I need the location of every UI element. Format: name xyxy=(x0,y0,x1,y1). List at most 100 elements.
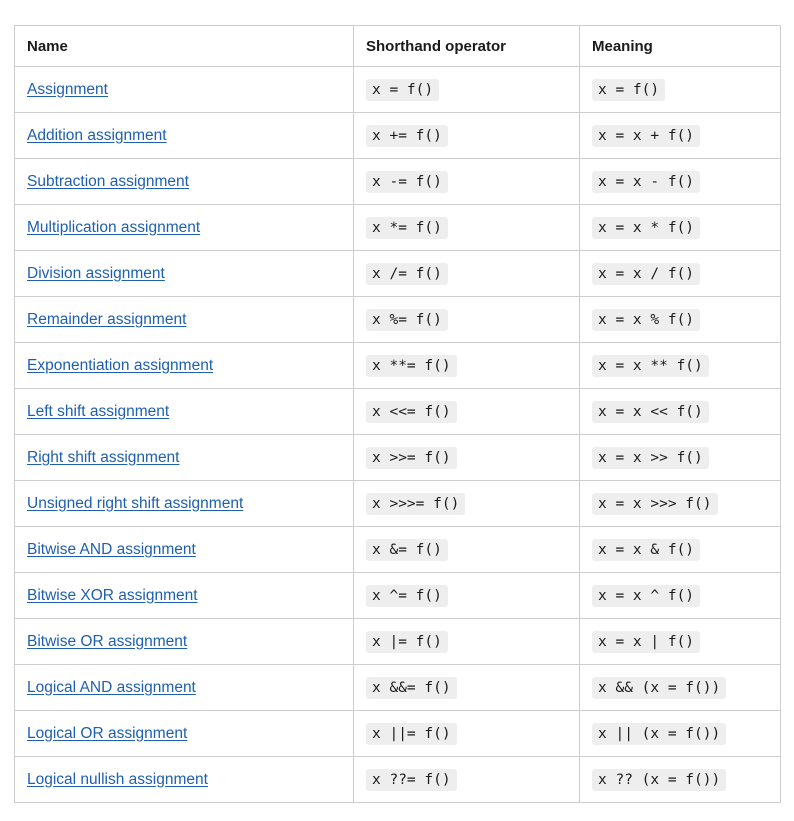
shorthand-operator-cell: x ??= f() xyxy=(353,756,580,803)
shorthand-operator-cell: x >>= f() xyxy=(353,434,580,481)
meaning-code: x = x >>> f() xyxy=(592,492,718,515)
table-row: Logical OR assignment x ||= f() x || (x = … xyxy=(14,710,781,757)
meaning-code: x = x + f() xyxy=(592,124,701,147)
shorthand-operator-code: x &&= f() xyxy=(366,676,457,699)
meaning-code: x = x ** f() xyxy=(592,354,709,377)
meaning-cell: x = x ^ f() xyxy=(579,572,781,619)
shorthand-operator-code: x >>>= f() xyxy=(366,492,466,515)
meaning-code: x = f() xyxy=(592,78,666,101)
operator-name-link[interactable]: Exponentiation assignment xyxy=(27,357,213,374)
meaning-cell: x = x >>> f() xyxy=(579,480,781,527)
meaning-cell: x = x - f() xyxy=(579,158,781,205)
table-row: Exponentiation assignment x **= f() x = x … xyxy=(14,342,781,389)
operator-name-cell: Exponentiation assignment xyxy=(14,342,354,389)
operator-name-cell: Bitwise XOR assignment xyxy=(14,572,354,619)
meaning-cell: x = x >> f() xyxy=(579,434,781,481)
operator-name-link[interactable]: Subtraction assignment xyxy=(27,173,189,190)
column-header-name: Name xyxy=(14,25,354,67)
shorthand-operator-cell: x &= f() xyxy=(353,526,580,573)
meaning-code: x = x ^ f() xyxy=(592,584,701,607)
meaning-code: x = x & f() xyxy=(592,538,701,561)
shorthand-operator-code: x *= f() xyxy=(366,216,448,239)
table-header-row: Name Shorthand operator Meaning xyxy=(14,25,781,67)
meaning-cell: x = f() xyxy=(579,66,781,113)
shorthand-operator-cell: x <<= f() xyxy=(353,388,580,435)
operator-name-cell: Logical OR assignment xyxy=(14,710,354,757)
shorthand-operator-cell: x -= f() xyxy=(353,158,580,205)
shorthand-operator-code: x >>= f() xyxy=(366,446,457,469)
shorthand-operator-code: x -= f() xyxy=(366,170,448,193)
table-row: Bitwise AND assignment x &= f() x = x & f(… xyxy=(14,526,781,573)
table-row: Logical AND assignment x &&= f() x && (x =… xyxy=(14,664,781,711)
shorthand-operator-cell: x |= f() xyxy=(353,618,580,665)
meaning-code: x = x >> f() xyxy=(592,446,709,469)
shorthand-operator-cell: x &&= f() xyxy=(353,664,580,711)
meaning-cell: x = x ** f() xyxy=(579,342,781,389)
assignment-operators-table: Name Shorthand operator Meaning Assignme… xyxy=(14,25,781,803)
table-row: Remainder assignment x %= f() x = x % f() xyxy=(14,296,781,343)
meaning-cell: x = x * f() xyxy=(579,204,781,251)
table-header: Name Shorthand operator Meaning xyxy=(14,25,781,67)
operator-name-link[interactable]: Assignment xyxy=(27,81,108,98)
shorthand-operator-code: x /= f() xyxy=(366,262,448,285)
meaning-code: x ?? (x = f()) xyxy=(592,768,727,791)
shorthand-operator-cell: x ||= f() xyxy=(353,710,580,757)
shorthand-operator-code: x = f() xyxy=(366,78,440,101)
meaning-cell: x = x | f() xyxy=(579,618,781,665)
operator-name-link[interactable]: Bitwise OR assignment xyxy=(27,633,187,650)
operator-name-cell: Logical AND assignment xyxy=(14,664,354,711)
shorthand-operator-code: x **= f() xyxy=(366,354,457,377)
shorthand-operator-cell: x = f() xyxy=(353,66,580,113)
operator-name-cell: Addition assignment xyxy=(14,112,354,159)
shorthand-operator-code: x ??= f() xyxy=(366,768,457,791)
meaning-cell: x ?? (x = f()) xyxy=(579,756,781,803)
shorthand-operator-cell: x **= f() xyxy=(353,342,580,389)
shorthand-operator-code: x <<= f() xyxy=(366,400,457,423)
shorthand-operator-cell: x >>>= f() xyxy=(353,480,580,527)
operator-name-link[interactable]: Logical AND assignment xyxy=(27,679,196,696)
operator-name-cell: Bitwise AND assignment xyxy=(14,526,354,573)
operator-name-link[interactable]: Addition assignment xyxy=(27,127,167,144)
operator-name-link[interactable]: Multiplication assignment xyxy=(27,219,200,236)
table-body: Assignment x = f() x = f() Addition assignm… xyxy=(14,66,781,803)
operator-name-link[interactable]: Logical OR assignment xyxy=(27,725,187,742)
shorthand-operator-cell: x /= f() xyxy=(353,250,580,297)
operator-name-cell: Assignment xyxy=(14,66,354,113)
operator-name-cell: Logical nullish assignment xyxy=(14,756,354,803)
operator-name-link[interactable]: Division assignment xyxy=(27,265,165,282)
table-row: Subtraction assignment x -= f() x = x - f(… xyxy=(14,158,781,205)
meaning-code: x = x % f() xyxy=(592,308,701,331)
operators-table-container: Name Shorthand operator Meaning Assignme… xyxy=(14,25,781,803)
meaning-cell: x = x + f() xyxy=(579,112,781,159)
shorthand-operator-code: x &= f() xyxy=(366,538,448,561)
table-row: Multiplication assignment x *= f() x = x *… xyxy=(14,204,781,251)
operator-name-link[interactable]: Left shift assignment xyxy=(27,403,169,420)
operator-name-link[interactable]: Remainder assignment xyxy=(27,311,186,328)
operator-name-link[interactable]: Bitwise XOR assignment xyxy=(27,587,198,604)
operator-name-cell: Right shift assignment xyxy=(14,434,354,481)
operator-name-cell: Remainder assignment xyxy=(14,296,354,343)
operator-name-cell: Multiplication assignment xyxy=(14,204,354,251)
meaning-cell: x = x % f() xyxy=(579,296,781,343)
table-row: Right shift assignment x >>= f() x = x >> … xyxy=(14,434,781,481)
table-row: Unsigned right shift assignment x >>>= f(… xyxy=(14,480,781,527)
meaning-code: x && (x = f()) xyxy=(592,676,727,699)
meaning-code: x = x | f() xyxy=(592,630,701,653)
table-row: Assignment x = f() x = f() xyxy=(14,66,781,113)
shorthand-operator-code: x |= f() xyxy=(366,630,448,653)
meaning-code: x = x - f() xyxy=(592,170,701,193)
operator-name-cell: Division assignment xyxy=(14,250,354,297)
operator-name-link[interactable]: Right shift assignment xyxy=(27,449,180,466)
operator-name-cell: Bitwise OR assignment xyxy=(14,618,354,665)
meaning-cell: x = x / f() xyxy=(579,250,781,297)
shorthand-operator-code: x += f() xyxy=(366,124,448,147)
table-row: Bitwise XOR assignment x ^= f() x = x ^ f(… xyxy=(14,572,781,619)
table-row: Bitwise OR assignment x |= f() x = x | f() xyxy=(14,618,781,665)
operator-name-link[interactable]: Bitwise AND assignment xyxy=(27,541,196,558)
operator-name-link[interactable]: Unsigned right shift assignment xyxy=(27,495,243,512)
operator-name-link[interactable]: Logical nullish assignment xyxy=(27,771,208,788)
shorthand-operator-cell: x ^= f() xyxy=(353,572,580,619)
table-row: Logical nullish assignment x ??= f() x ?? … xyxy=(14,756,781,803)
meaning-code: x = x / f() xyxy=(592,262,701,285)
operator-name-cell: Subtraction assignment xyxy=(14,158,354,205)
